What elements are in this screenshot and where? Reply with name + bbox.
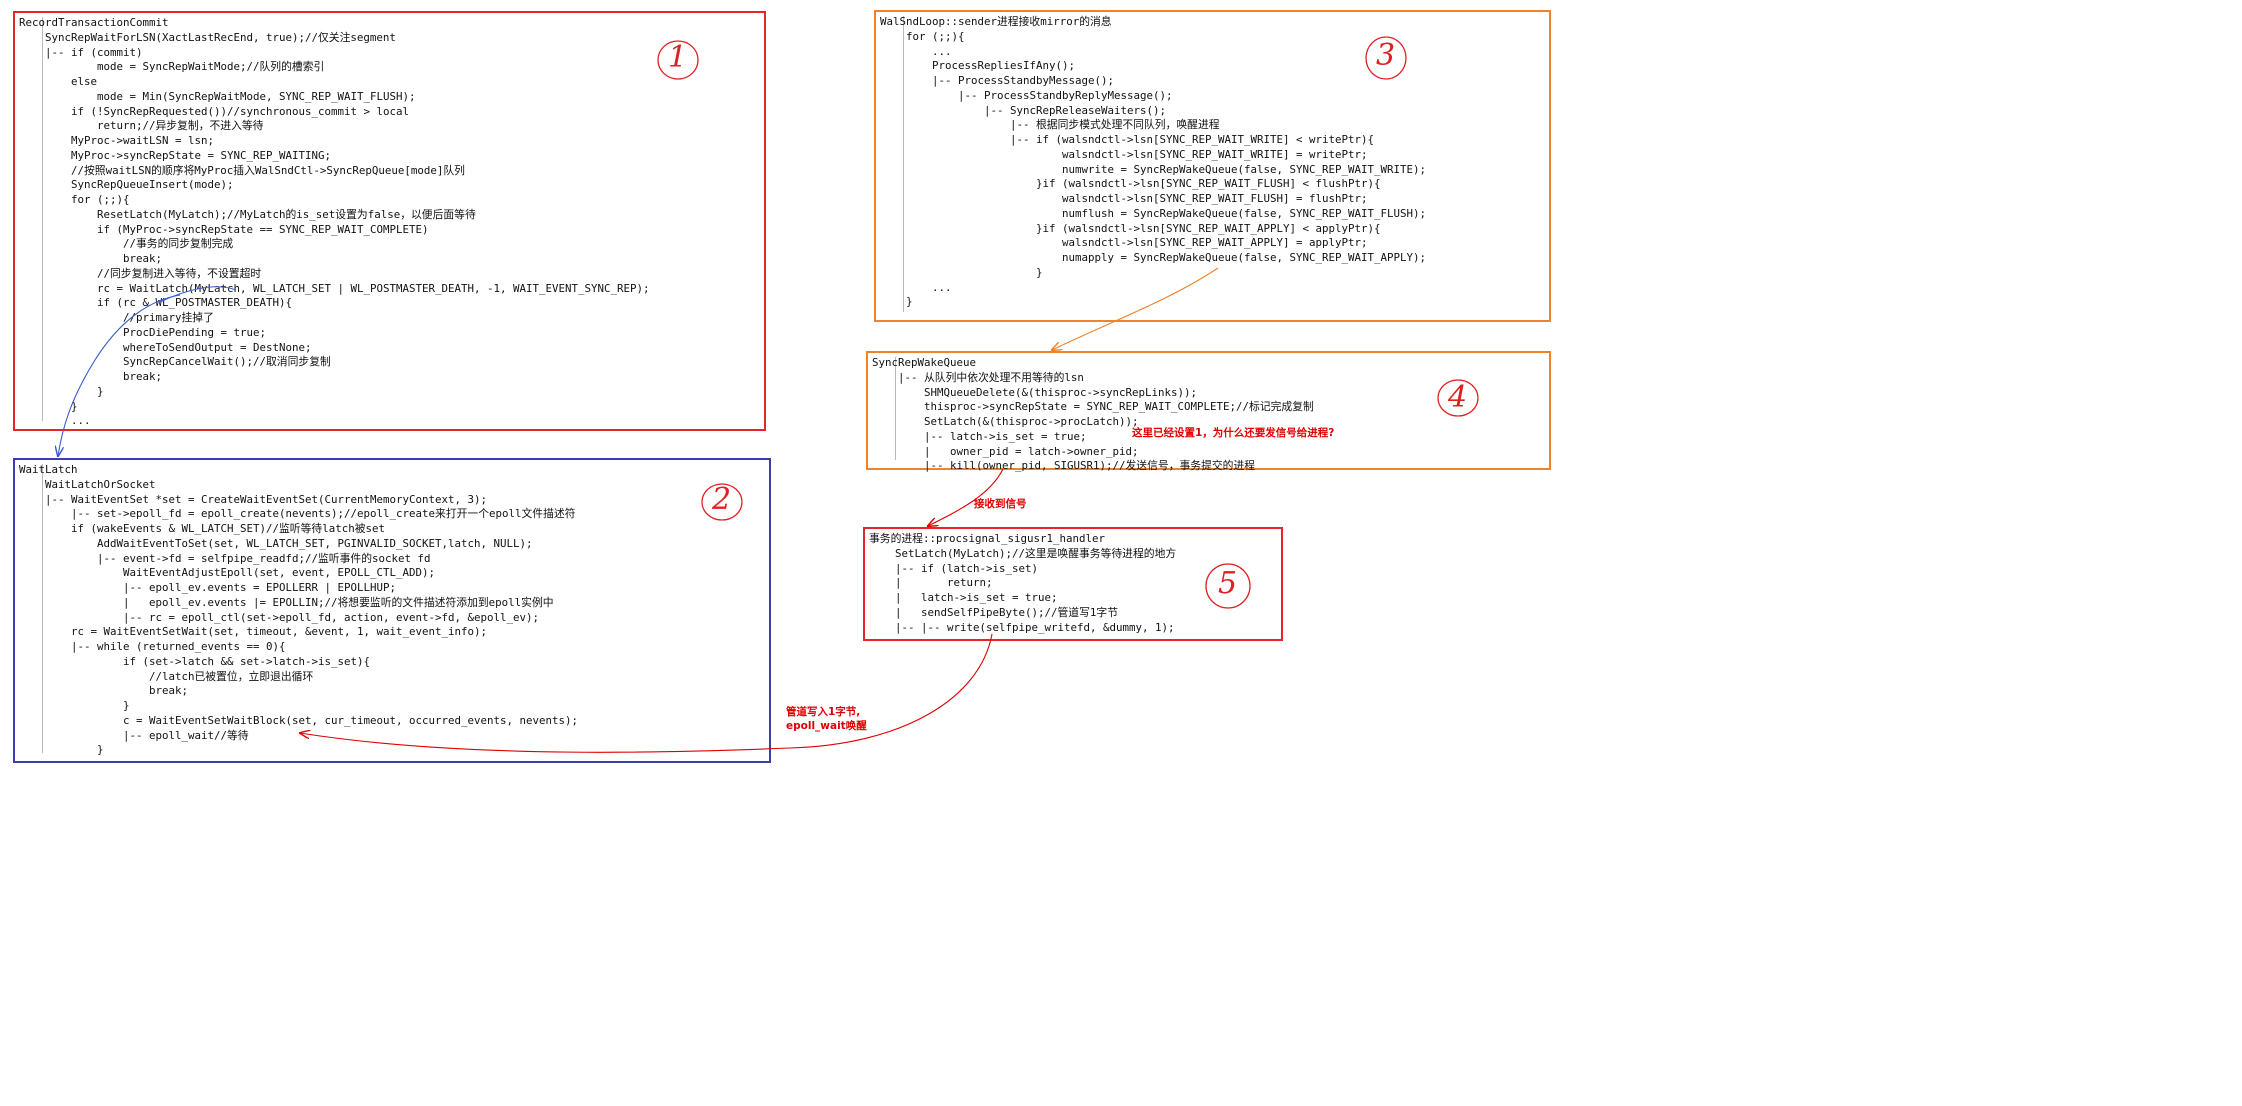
connector-overlay [0, 36, 1479, 753]
arrow-box5-to-epoll-wait [300, 633, 993, 753]
arrow-waitlatch-to-box2 [58, 294, 181, 456]
arrow-box3-to-box4 [1052, 267, 1219, 350]
badge-circle-4 [1437, 379, 1479, 417]
badge-circle-3 [1365, 36, 1407, 80]
badge-circle-2 [701, 483, 743, 521]
arrow-box4-to-box5 [928, 468, 1004, 526]
badge-circle-1 [657, 40, 699, 80]
waitlatch-scribble [159, 286, 237, 303]
badge-circle-5 [1205, 563, 1251, 609]
